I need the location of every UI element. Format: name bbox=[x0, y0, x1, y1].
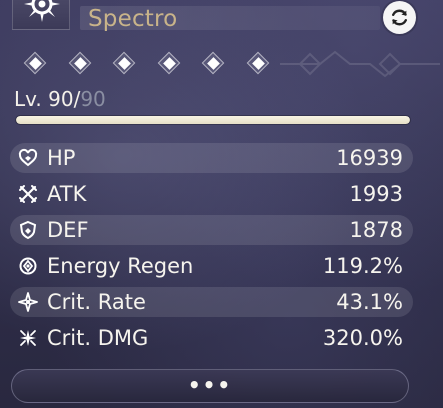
level-max: 90 bbox=[80, 87, 106, 111]
shield-icon bbox=[18, 220, 38, 240]
sequence-node[interactable] bbox=[67, 50, 95, 78]
refresh-icon bbox=[392, 9, 407, 26]
level-progress-fill bbox=[16, 116, 410, 124]
element-icon-box bbox=[12, 0, 70, 30]
sequence-row bbox=[22, 50, 282, 78]
stat-value: 320.0% bbox=[322, 326, 403, 350]
stat-label: DEF bbox=[47, 218, 89, 242]
sequence-node[interactable] bbox=[156, 50, 184, 78]
sequence-node[interactable] bbox=[200, 50, 228, 78]
stat-value: 119.2% bbox=[322, 254, 403, 278]
stat-label: Crit. Rate bbox=[47, 290, 146, 314]
element-name: Spectro bbox=[88, 6, 178, 32]
stat-row: ATK 1993 bbox=[10, 176, 413, 212]
crossed-swords-icon bbox=[18, 184, 38, 204]
sequence-ornament bbox=[280, 50, 440, 78]
stat-label: HP bbox=[47, 146, 76, 170]
stat-label: ATK bbox=[47, 182, 87, 206]
level-progress-bar bbox=[16, 116, 410, 124]
more-dots-icon: ••• bbox=[187, 373, 233, 397]
crit-rate-icon bbox=[18, 292, 38, 312]
stat-row: Crit. Rate 43.1% bbox=[10, 284, 413, 320]
stat-row: DEF 1878 bbox=[10, 212, 413, 248]
stats-list: HP 16939 ATK 1993 DEF 1878 Energy Regen 119.2% C… bbox=[10, 140, 413, 356]
stat-row: Energy Regen 119.2% bbox=[10, 248, 413, 284]
stat-value: 43.1% bbox=[336, 290, 403, 314]
stat-value: 1878 bbox=[349, 218, 403, 242]
stat-value: 16939 bbox=[336, 146, 403, 170]
sequence-node[interactable] bbox=[111, 50, 139, 78]
sequence-node[interactable] bbox=[245, 50, 273, 78]
energy-regen-icon bbox=[18, 256, 38, 276]
stat-row: Crit. DMG 320.0% bbox=[10, 320, 413, 356]
more-button[interactable]: ••• bbox=[11, 369, 409, 403]
refresh-button[interactable] bbox=[383, 1, 416, 34]
spectro-star-icon bbox=[24, 0, 60, 22]
stat-value: 1993 bbox=[349, 182, 403, 206]
stat-row: HP 16939 bbox=[10, 140, 413, 176]
heart-icon bbox=[18, 148, 38, 168]
stat-label: Crit. DMG bbox=[47, 326, 149, 350]
level-text: Lv. 90/90 bbox=[14, 85, 106, 113]
crit-dmg-icon bbox=[18, 328, 38, 348]
stat-label: Energy Regen bbox=[47, 254, 194, 278]
level-label: Lv. 90/ bbox=[14, 87, 81, 111]
sequence-node[interactable] bbox=[22, 50, 50, 78]
